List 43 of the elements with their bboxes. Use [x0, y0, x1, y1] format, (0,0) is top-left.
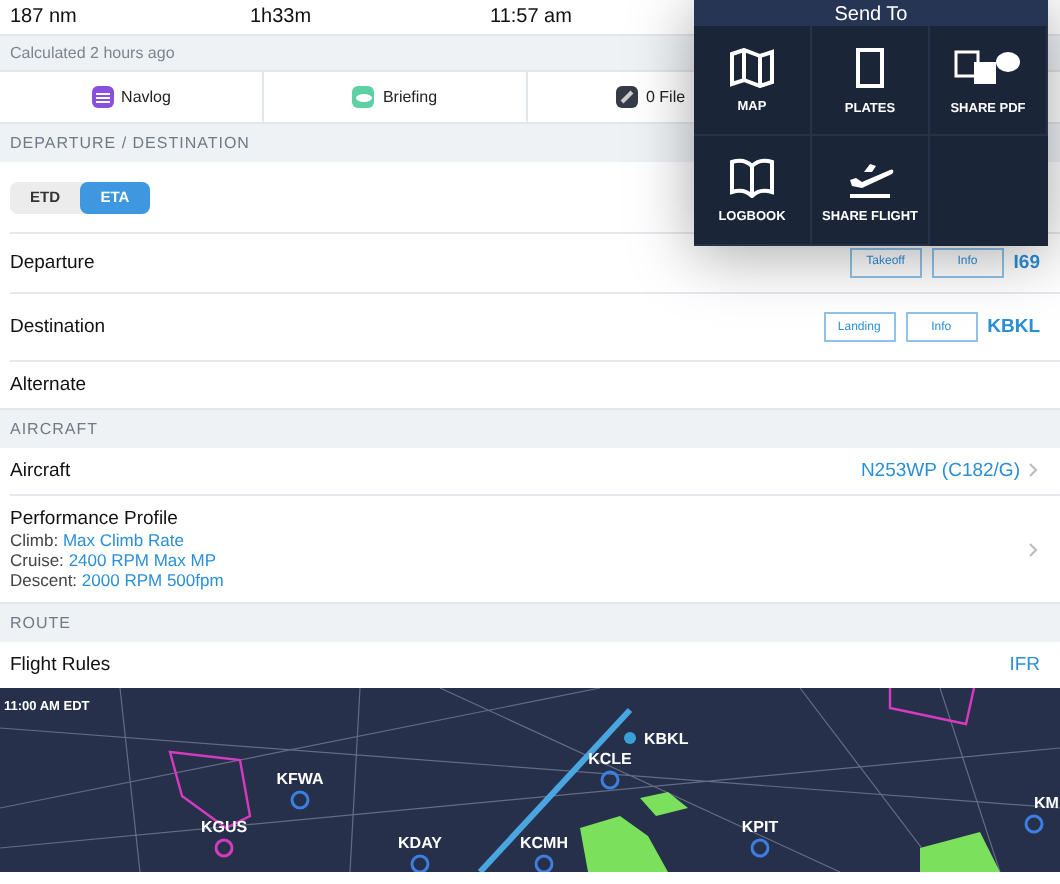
- flight-rules-value[interactable]: IFR: [1009, 654, 1040, 677]
- row-label: Performance Profile: [10, 508, 180, 531]
- airport-icon[interactable]: [214, 838, 234, 858]
- summary-value: 11:57 am: [490, 5, 574, 28]
- popover-title: Send To: [834, 6, 908, 26]
- profile-detail: Climb: Max Climb Rate: [10, 530, 186, 551]
- open-book-icon: [730, 157, 774, 197]
- section-header: AIRCRAFT: [0, 408, 1060, 449]
- photo-chat-icon: [954, 45, 1022, 89]
- briefing-icon: [352, 86, 375, 109]
- airport-icon[interactable]: [290, 790, 310, 810]
- profile-detail: Descent: 2000 RPM 500fpm: [10, 570, 226, 591]
- aircraft-value[interactable]: N253WP (C182/G): [860, 459, 1020, 482]
- document-icon: [854, 45, 886, 89]
- profile-detail: Cruise: 2400 RPM Max MP: [10, 550, 219, 571]
- airport-label: KCMH: [520, 833, 568, 852]
- summary-value: 187 nm: [10, 5, 79, 28]
- chevron-right-icon: [1028, 462, 1040, 479]
- airport-label: KDAY: [398, 833, 442, 852]
- row-label: Aircraft: [10, 459, 73, 482]
- airport-label: KFWA: [276, 769, 324, 788]
- summary-value: 1h33m: [250, 5, 314, 28]
- airport-label: KM: [1034, 793, 1059, 812]
- airport-label: KGUS: [200, 817, 248, 836]
- section-header: ROUTE: [0, 602, 1060, 643]
- chevron-right-icon: [1028, 541, 1040, 558]
- airport-code[interactable]: KBKL: [987, 316, 1040, 339]
- folded-map-icon: [730, 47, 774, 87]
- destination-dot-icon: [624, 731, 636, 744]
- airport-icon[interactable]: [600, 770, 620, 790]
- airport-icon[interactable]: [1024, 814, 1044, 834]
- airport-icon[interactable]: [534, 854, 554, 872]
- files-icon: [616, 86, 638, 109]
- airport-icon[interactable]: [410, 854, 430, 872]
- airport-label: KBKL: [644, 729, 689, 748]
- row-label: Departure: [10, 251, 97, 274]
- airport-icon[interactable]: [750, 838, 770, 858]
- row-label: Flight Rules: [10, 654, 113, 677]
- row-label: Destination: [10, 316, 108, 339]
- row-label: Alternate: [10, 374, 89, 397]
- airport-label: KCLE: [588, 749, 632, 768]
- navlog-icon: [91, 86, 114, 109]
- airport-label: KPIT: [741, 817, 779, 836]
